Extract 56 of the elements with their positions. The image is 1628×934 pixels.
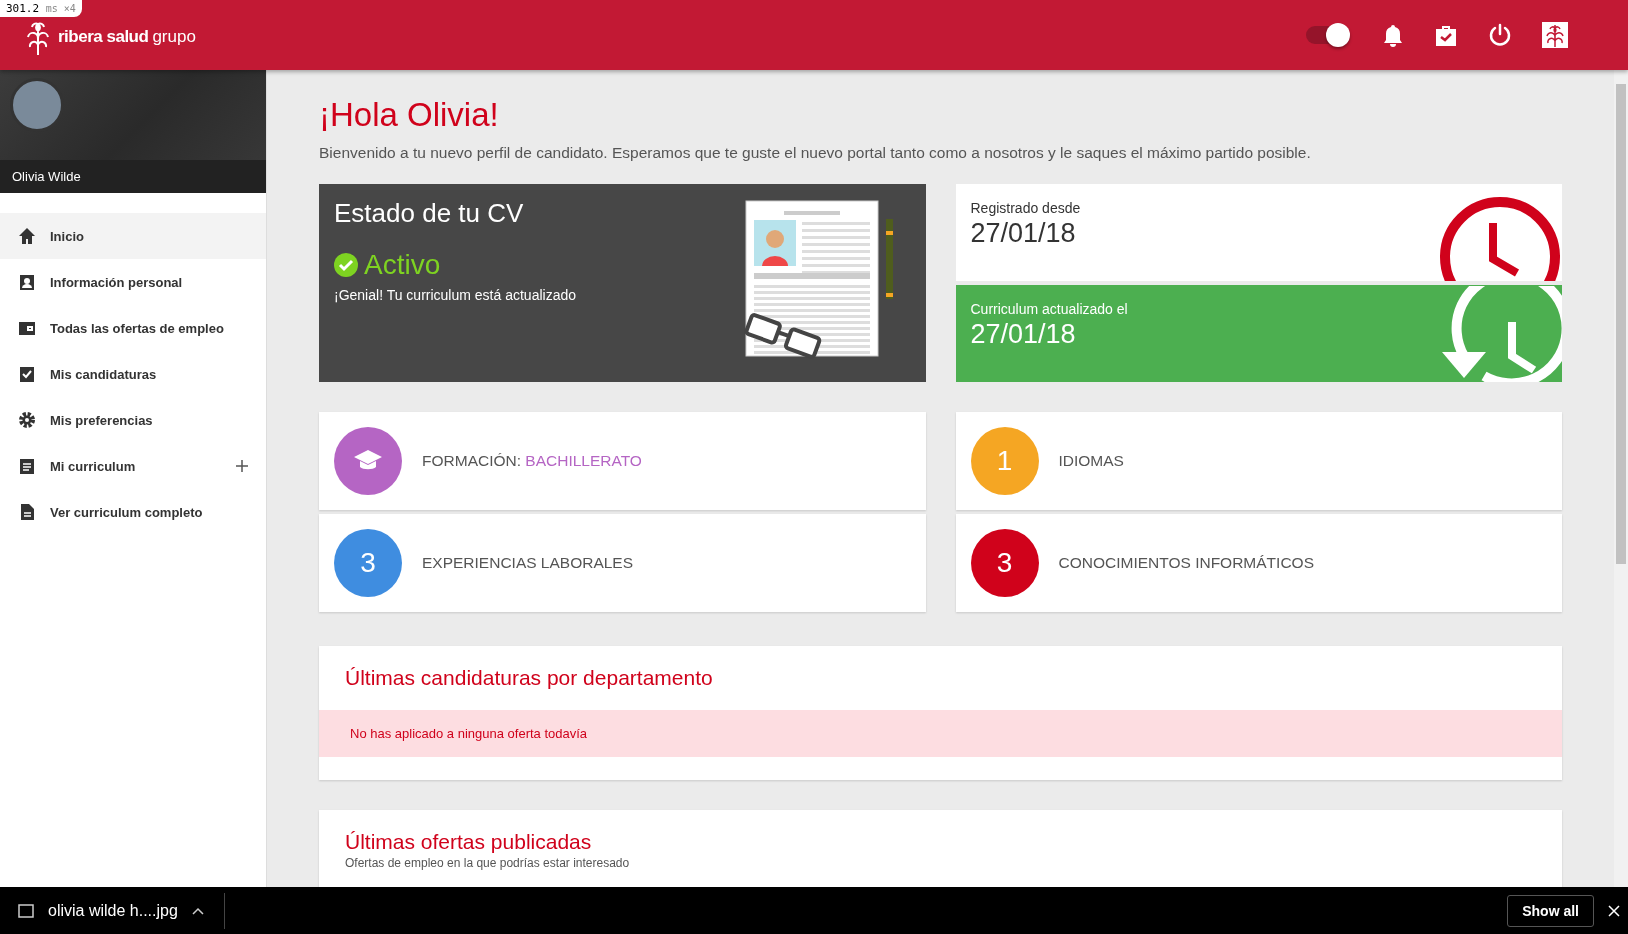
date-label: Curriculum actualizado el: [970, 301, 1128, 317]
date-value: 27/01/18: [970, 218, 1077, 249]
sidebar-item[interactable]: Ver curriculum completo: [0, 489, 266, 535]
badge-icon: [18, 273, 36, 291]
check-icon: [18, 365, 36, 383]
sidebar-item[interactable]: Mis candidaturas: [0, 351, 266, 397]
file-icon: [18, 503, 36, 521]
chevron-up-icon[interactable]: [191, 906, 204, 915]
greeting-heading: ¡Hola Olivia!: [319, 96, 500, 134]
power-icon[interactable]: [1488, 23, 1512, 47]
count-badge: 3: [334, 529, 402, 597]
briefcase-check-icon[interactable]: [1434, 24, 1458, 46]
logo-subtext: grupo: [152, 27, 196, 47]
summary-card[interactable]: FORMACIÓN: BACHILLERATO: [319, 412, 926, 510]
sidebar-item[interactable]: Inicio: [0, 213, 266, 259]
section-subtitle: Ofertas de empleo en la que podrías estar interesado: [345, 856, 631, 870]
close-icon[interactable]: [1608, 904, 1620, 917]
gear-icon: [18, 411, 36, 429]
graduation-cap-icon: [354, 450, 382, 472]
plus-icon[interactable]: [236, 460, 248, 472]
date-value: 27/01/18: [970, 319, 1077, 350]
section-title: Últimas ofertas publicadas: [345, 830, 593, 854]
count-badge: 3: [970, 529, 1039, 597]
sidebar-item[interactable]: Mi curriculum: [0, 443, 266, 489]
count-badge: 1: [970, 427, 1039, 495]
section-title: Últimas candidaturas por departamento: [345, 666, 714, 690]
summary-label: IDIOMAS: [1058, 452, 1124, 470]
status-text: Activo: [364, 249, 441, 281]
summary-label: CONOCIMIENTOS INFORMÁTICOS: [1058, 554, 1314, 572]
summary-label: EXPERIENCIAS LABORALES: [422, 554, 634, 572]
scrollbar[interactable]: [1614, 70, 1628, 887]
timing-value: 301.2: [6, 2, 40, 15]
file-icon: [18, 903, 34, 918]
home-icon: [18, 227, 36, 245]
empty-alert: No has aplicado a ninguna oferta todavía: [319, 710, 1562, 757]
sidebar-item[interactable]: Mis preferencias: [0, 397, 266, 443]
summary-label: FORMACIÓN: BACHILLERATO: [422, 452, 642, 470]
summary-card[interactable]: 3 EXPERIENCIAS LABORALES: [319, 514, 926, 612]
bell-icon[interactable]: [1382, 23, 1404, 47]
logo-text: ribera salud: [58, 27, 149, 47]
clipboard-icon: [18, 457, 36, 475]
sidebar-item[interactable]: Información personal: [0, 259, 266, 305]
date-label: Registrado desde: [970, 200, 1081, 216]
check-circle-icon: [334, 253, 358, 277]
tree-logo-icon[interactable]: [1542, 22, 1568, 48]
show-all-button[interactable]: Show all: [1507, 894, 1594, 927]
summary-card[interactable]: 1 IDIOMAS: [955, 412, 1562, 510]
summary-card[interactable]: 3 CONOCIMIENTOS INFORMÁTICOS: [955, 514, 1562, 612]
intro-text: Bienvenido a tu nuevo perfil de candidato. Esperamos que te guste el nuevo portal tanto como a nosotros y le saques el máximo partido posible.: [319, 144, 1312, 162]
profile-name: Olivia Wilde: [0, 160, 266, 193]
card-title: Estado de tu CV: [334, 198, 525, 229]
timing-unit: ms ×4: [45, 3, 76, 14]
status-message: ¡Genial! Tu curriculum está actualizado: [334, 287, 576, 303]
download-filename[interactable]: olivia wilde h....jpg: [48, 901, 178, 920]
sidebar-item[interactable]: Todas las ofertas de empleo: [0, 305, 266, 351]
wallet-icon: [18, 319, 36, 337]
